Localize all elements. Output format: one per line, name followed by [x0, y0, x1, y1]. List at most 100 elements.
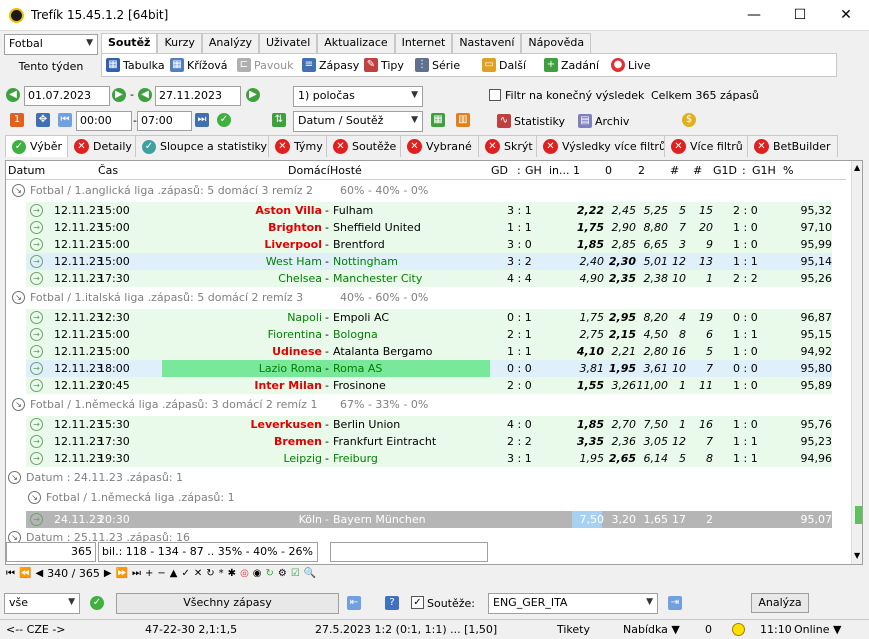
- half-select[interactable]: 1) poločas ▼: [293, 86, 423, 107]
- serie-button[interactable]: ⋮ Série: [415, 58, 460, 72]
- tab-betbuilder[interactable]: ✕ BetBuilder: [747, 135, 838, 157]
- tab-detaily[interactable]: ✕ Detaily: [67, 135, 139, 157]
- first-icon[interactable]: ⏮: [58, 113, 72, 127]
- table-row[interactable]: → 12.11.23 20:45 Inter Milan - Frosinone 2 : 0…: [6, 377, 846, 394]
- delete-icon[interactable]: −: [157, 568, 165, 579]
- col-hash2[interactable]: #: [693, 164, 702, 177]
- scroll-up-icon[interactable]: ▲: [854, 163, 860, 172]
- zadani-button[interactable]: + Zadání: [544, 58, 599, 72]
- table-row[interactable]: → 24.11.23 20:30 Köln - Bayern München 7,50 3,2…: [6, 511, 846, 528]
- statistiky-button[interactable]: ∿ Statistiky: [497, 114, 565, 128]
- col-hash1[interactable]: #: [670, 164, 679, 177]
- prev-date2-icon[interactable]: ◀: [138, 88, 152, 102]
- filter-select[interactable]: vše ▼: [4, 593, 80, 614]
- next-record-icon[interactable]: ▶: [104, 568, 112, 579]
- chart-icon[interactable]: ▥: [456, 113, 470, 127]
- tikety-button[interactable]: Tikety: [557, 623, 590, 636]
- apply-check-icon[interactable]: ✓: [90, 596, 104, 610]
- tab-vyber[interactable]: ✓ Výběr: [5, 135, 70, 157]
- arrow-left-icon[interactable]: ⇤: [347, 596, 361, 610]
- tab-vybrane[interactable]: ✕ Vybrané: [400, 135, 479, 157]
- date-from-input[interactable]: 01.07.2023: [24, 86, 110, 106]
- last-icon[interactable]: ⏭: [195, 113, 209, 127]
- camera-icon[interactable]: ◉: [253, 568, 262, 579]
- cancel-icon[interactable]: ✕: [194, 568, 202, 579]
- calendar-icon[interactable]: 1: [10, 113, 24, 127]
- col-datum[interactable]: Datum: [8, 164, 45, 177]
- group-header-row[interactable]: ↘ Fotbal / 1.anglická liga .zápasů: 5 dom…: [6, 182, 846, 199]
- table-row[interactable]: → 12.11.23 19:30 Leipzig - Freiburg 3 : 1 1,95 2…: [6, 450, 846, 467]
- refresh-icon[interactable]: ↻: [206, 568, 214, 579]
- col-domaci[interactable]: Domácí: [288, 164, 330, 177]
- coins-icon[interactable]: $: [682, 113, 696, 127]
- table-row[interactable]: → 12.11.23 15:00 Liverpool - Brentford 3 : 0 1,…: [6, 236, 846, 253]
- time-from-input[interactable]: 00:00: [76, 111, 132, 131]
- next-page-icon[interactable]: ⏩: [116, 568, 128, 579]
- table-row[interactable]: → 12.11.23 17:30 Chelsea - Manchester City 4 :…: [6, 270, 846, 287]
- table-row[interactable]: → 12.11.23 15:00 Brighton - Sheffield United 1…: [6, 219, 846, 236]
- prev-record-icon[interactable]: ◀: [35, 568, 43, 579]
- col-1[interactable]: 1: [573, 164, 580, 177]
- insert-icon[interactable]: +: [145, 568, 153, 579]
- col-gd[interactable]: GD: [491, 164, 508, 177]
- scroll-thumb[interactable]: [855, 506, 862, 524]
- col-cas[interactable]: Čas: [98, 164, 118, 177]
- maximize-button[interactable]: ☐: [777, 0, 823, 31]
- asterisk-icon[interactable]: *: [219, 568, 224, 579]
- tab-uzivatel[interactable]: Uživatel: [258, 33, 318, 53]
- table-row[interactable]: → 12.11.23 15:00 Udinese - Atalanta Bergamo 1 …: [6, 343, 846, 360]
- col-0[interactable]: 0: [605, 164, 612, 177]
- archiv-button[interactable]: ▤ Archiv: [578, 114, 629, 128]
- columns-icon[interactable]: ▦: [431, 113, 445, 127]
- sort-select[interactable]: Datum / Soutěž ▼: [293, 111, 423, 132]
- last-record-icon[interactable]: ⏭: [132, 568, 141, 579]
- vertical-scrollbar[interactable]: ▲ ▼: [851, 161, 862, 564]
- next-date2-icon[interactable]: ▶: [246, 88, 260, 102]
- filter-icon[interactable]: ✱: [228, 568, 236, 579]
- tab-aktualizace[interactable]: Aktualizace: [317, 33, 395, 53]
- table-row[interactable]: → 12.11.23 17:30 Bremen - Frankfurt Eintracht…: [6, 433, 846, 450]
- tab-tymy[interactable]: ✕ Týmy: [268, 135, 330, 157]
- group-header-row[interactable]: ↘ Fotbal / 1.německá liga .zápasů: 3 domá…: [6, 396, 846, 413]
- col-in[interactable]: in...: [549, 164, 570, 177]
- confirm-icon[interactable]: ✓: [217, 113, 231, 127]
- table-row[interactable]: → 12.11.23 12:30 Napoli - Empoli AC 0 : 1 1,75 2…: [6, 309, 846, 326]
- reload-icon[interactable]: ↻: [266, 568, 274, 579]
- tab-vice-filtru[interactable]: ✕ Více filtrů: [664, 135, 750, 157]
- table-row[interactable]: → 12.11.23 18:00 Lazio Roma - Roma AS 0 : 0 3,8…: [6, 360, 846, 377]
- arrow-right-icon[interactable]: ⇥: [668, 596, 682, 610]
- tipy-button[interactable]: ✎ Tipy: [364, 58, 404, 72]
- live-button[interactable]: ● Live: [611, 58, 650, 72]
- post-icon[interactable]: ✓: [182, 568, 190, 579]
- tab-napoveda[interactable]: Nápověda: [521, 33, 592, 53]
- final-result-checkbox[interactable]: [489, 89, 501, 101]
- col-g1d[interactable]: G1D: [713, 164, 737, 177]
- sort-icon[interactable]: ⇅: [272, 113, 286, 127]
- settings-icon[interactable]: ⚙: [278, 568, 287, 579]
- col-pct[interactable]: %: [783, 164, 793, 177]
- date-group-row[interactable]: ↘ Datum : 24.11.23 .zápasů: 1: [6, 469, 846, 486]
- table-row[interactable]: → 12.11.23 15:00 Fiorentina - Bologna 2 : 1 2,7…: [6, 326, 846, 343]
- table-row[interactable]: → 12.11.23 15:00 West Ham - Nottingham 3 : 2 2,…: [6, 253, 846, 270]
- tab-vysledky-vice-filtru[interactable]: ✕ Výsledky více filtrů: [536, 135, 673, 157]
- language-switch[interactable]: <-- CZE ->: [6, 623, 66, 636]
- search-icon[interactable]: 🔍: [304, 568, 316, 579]
- help-icon[interactable]: ?: [385, 596, 399, 610]
- tab-skryt[interactable]: ✕ Skrýt: [478, 135, 540, 157]
- date-to-input[interactable]: 27.11.2023: [155, 86, 241, 106]
- sport-select[interactable]: Fotbal ▼: [4, 34, 98, 55]
- tab-soutez[interactable]: Soutěž: [101, 33, 158, 53]
- group-header-row[interactable]: ↘ Fotbal / 1.německá liga .zápasů: 1: [6, 489, 846, 506]
- time-to-input[interactable]: 07:00: [137, 111, 192, 131]
- tab-analyzy[interactable]: Analýzy: [201, 33, 259, 53]
- tab-internet[interactable]: Internet: [394, 33, 453, 53]
- check-all-icon[interactable]: ☑: [291, 568, 300, 579]
- competitions-checkbox[interactable]: ✓: [411, 596, 424, 609]
- all-matches-button[interactable]: Všechny zápasy: [116, 593, 339, 614]
- table-row[interactable]: → 12.11.23 15:30 Leverkusen - Berlin Union 4 :…: [6, 416, 846, 433]
- online-dropdown[interactable]: Online ▼: [794, 623, 841, 636]
- minimize-button[interactable]: —: [731, 0, 777, 31]
- next-date-icon[interactable]: ▶: [112, 88, 126, 102]
- tab-nastaveni[interactable]: Nastavení: [452, 33, 522, 53]
- competitions-select[interactable]: ENG_GER_ITA ▼: [488, 593, 658, 614]
